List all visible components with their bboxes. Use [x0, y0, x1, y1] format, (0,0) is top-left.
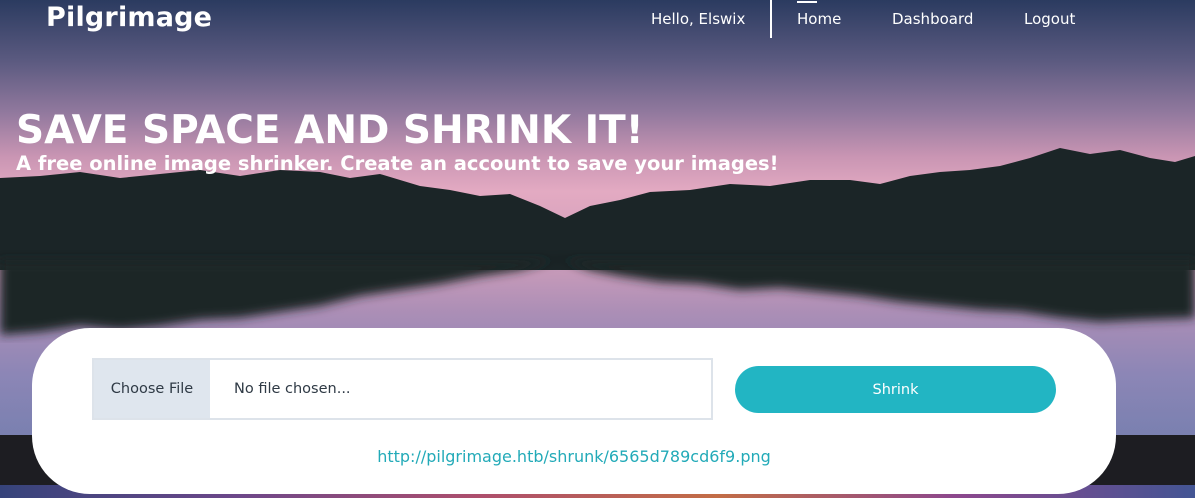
site-logo[interactable]: Pilgrimage — [46, 2, 212, 33]
upload-card: Choose File No file chosen... Shrink htt… — [32, 328, 1116, 494]
hero-title: SAVE SPACE AND SHRINK IT! — [16, 108, 644, 153]
nav-dashboard-link[interactable]: Dashboard — [892, 10, 973, 28]
user-greeting: Hello, Elswix — [651, 10, 746, 28]
choose-file-button[interactable]: Choose File — [94, 360, 210, 418]
nav-divider — [770, 0, 772, 38]
file-status-label: No file chosen... — [234, 381, 351, 397]
nav-logout-link[interactable]: Logout — [1024, 10, 1075, 28]
shrunk-image-link[interactable]: http://pilgrimage.htb/shrunk/6565d789cd6… — [32, 447, 1116, 466]
hero-subtitle: A free online image shrinker. Create an … — [16, 152, 779, 175]
shrink-button[interactable]: Shrink — [735, 366, 1056, 413]
file-input-group[interactable]: Choose File No file chosen... — [92, 358, 713, 420]
nav-home-link[interactable]: Home — [797, 1, 841, 28]
